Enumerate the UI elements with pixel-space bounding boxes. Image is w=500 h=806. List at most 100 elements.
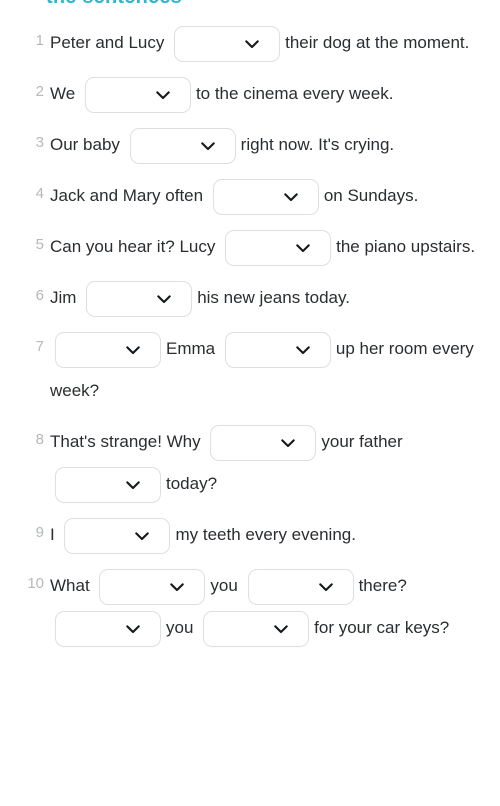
sentence-fragment: Peter and Lucy: [50, 33, 165, 52]
exercise-sentence: What you there? you for your car keys?: [50, 568, 450, 647]
sentence-fragment: the piano upstairs.: [336, 237, 476, 256]
answer-select-1[interactable]: [212, 178, 319, 215]
answer-select-1[interactable]: [129, 127, 236, 164]
exercise-number: 4: [35, 185, 44, 202]
answer-select-3[interactable]: [55, 610, 161, 647]
answer-select-value: [66, 612, 122, 646]
sentence-fragment: your father: [321, 432, 403, 451]
sentence-fragment: We: [50, 84, 76, 103]
exercise-number: 10: [27, 575, 44, 592]
chevron-down-icon: [245, 39, 259, 49]
answer-select-1[interactable]: [64, 517, 171, 554]
exercise-item: 1 Peter and Lucy their dog at the moment.: [0, 22, 500, 64]
answer-select-1[interactable]: [174, 25, 281, 62]
exercise-number: 8: [35, 431, 44, 448]
page-title-clipped: the sentences: [0, 0, 500, 9]
exercise-item: 5 Can you hear it? Lucy the piano upstair…: [0, 226, 500, 268]
answer-select-value: [141, 129, 197, 163]
exercise-item: 6 Jim his new jeans today.: [0, 277, 500, 319]
exercise-sentence: Can you hear it? Lucy the piano upstairs…: [50, 229, 476, 266]
chevron-down-icon: [281, 438, 296, 448]
answer-select-4[interactable]: [203, 610, 310, 647]
chevron-down-icon: [156, 90, 170, 100]
exercise-item: 8 That's strange! Why your father today?: [0, 421, 500, 505]
answer-select-1[interactable]: [225, 229, 332, 266]
chevron-down-icon: [126, 345, 140, 355]
exercise-sentence: I my teeth every evening.: [50, 517, 356, 554]
sentence-fragment: you: [210, 576, 238, 595]
exercise-number: 9: [35, 524, 44, 541]
exercise-item: 7 Emma up her room every week?: [0, 328, 500, 412]
exercise-item: 10 What you there? you for your car keys?: [0, 565, 500, 649]
exercise-item: 2 We to the cinema every week.: [0, 73, 500, 115]
chevron-down-icon: [284, 192, 298, 202]
chevron-down-icon: [296, 345, 310, 355]
sentence-fragment: my teeth every evening.: [175, 525, 356, 544]
sentence-fragment: right now. It's crying.: [240, 135, 395, 154]
answer-select-value: [236, 333, 292, 367]
answer-select-value: [236, 231, 292, 265]
sentence-fragment: Jim: [50, 288, 77, 307]
sentence-fragment: Jack and Mary often: [50, 186, 204, 205]
sentence-fragment: Our baby: [50, 135, 120, 154]
exercise-item: 9I my teeth every evening.: [0, 514, 500, 556]
chevron-down-icon: [126, 480, 140, 490]
answer-select-1[interactable]: [84, 76, 191, 113]
answer-select-value: [97, 282, 153, 316]
answer-select-value: [96, 78, 152, 112]
chevron-down-icon: [126, 624, 140, 634]
answer-select-1[interactable]: [99, 568, 206, 605]
answer-select-1[interactable]: [86, 280, 193, 317]
answer-select-value: [66, 468, 122, 502]
answer-select-value: [221, 426, 277, 460]
answer-select-1[interactable]: [210, 424, 317, 461]
sentence-fragment: to the cinema every week.: [195, 84, 394, 103]
sentence-fragment: today?: [166, 474, 218, 493]
sentence-fragment: Emma: [166, 339, 216, 358]
exercise-number: 7: [35, 338, 44, 355]
answer-select-1[interactable]: [55, 331, 161, 368]
sentence-fragment: I: [50, 525, 55, 544]
sentence-fragment: his new jeans today.: [197, 288, 350, 307]
chevron-down-icon: [170, 582, 185, 592]
sentence-fragment: you: [166, 618, 194, 637]
exercise-number: 6: [35, 287, 44, 304]
answer-select-value: [110, 570, 166, 604]
answer-select-value: [66, 333, 122, 367]
exercise-item: 3 Our baby right now. It's crying.: [0, 124, 500, 166]
answer-select-2[interactable]: [224, 331, 331, 368]
answer-select-value: [185, 27, 241, 61]
exercise-sentence: We to the cinema every week.: [50, 76, 394, 113]
chevron-down-icon: [274, 624, 288, 634]
answer-select-2[interactable]: [55, 466, 161, 503]
chevron-down-icon: [318, 582, 333, 592]
sentence-fragment: their dog at the moment.: [285, 33, 470, 52]
chevron-down-icon: [296, 243, 310, 253]
exercise-sentence: Emma up her room every week?: [50, 331, 479, 400]
sentence-fragment: on Sundays.: [323, 186, 419, 205]
exercise-number: 1: [35, 32, 44, 49]
answer-select-value: [224, 180, 280, 214]
sentence-fragment: That's strange! Why: [50, 432, 201, 451]
chevron-down-icon: [157, 294, 171, 304]
exercise-page: the sentences 1 Peter and Lucy their dog …: [0, 0, 500, 806]
chevron-down-icon: [135, 531, 150, 541]
exercise-sentence: Our baby right now. It's crying.: [50, 127, 395, 164]
exercise-number: 2: [35, 83, 44, 100]
exercise-number: 5: [35, 236, 44, 253]
exercise-sentence: Peter and Lucy their dog at the moment.: [50, 25, 470, 62]
answer-select-value: [75, 519, 131, 553]
exercise-sentence: Jim his new jeans today.: [50, 280, 350, 317]
sentence-fragment: Can you hear it? Lucy: [50, 237, 216, 256]
exercise-number: 3: [35, 134, 44, 151]
answer-select-2[interactable]: [247, 568, 354, 605]
sentence-fragment: What: [50, 576, 90, 595]
answer-select-value: [214, 612, 270, 646]
sentence-fragment: for your car keys?: [314, 618, 450, 637]
page-title: the sentences: [46, 0, 182, 9]
chevron-down-icon: [200, 141, 215, 151]
sentence-fragment: there?: [358, 576, 407, 595]
exercise-list: 1 Peter and Lucy their dog at the moment.…: [0, 22, 500, 658]
exercise-sentence: That's strange! Why your father today?: [50, 424, 403, 503]
exercise-item: 4 Jack and Mary often on Sundays.: [0, 175, 500, 217]
